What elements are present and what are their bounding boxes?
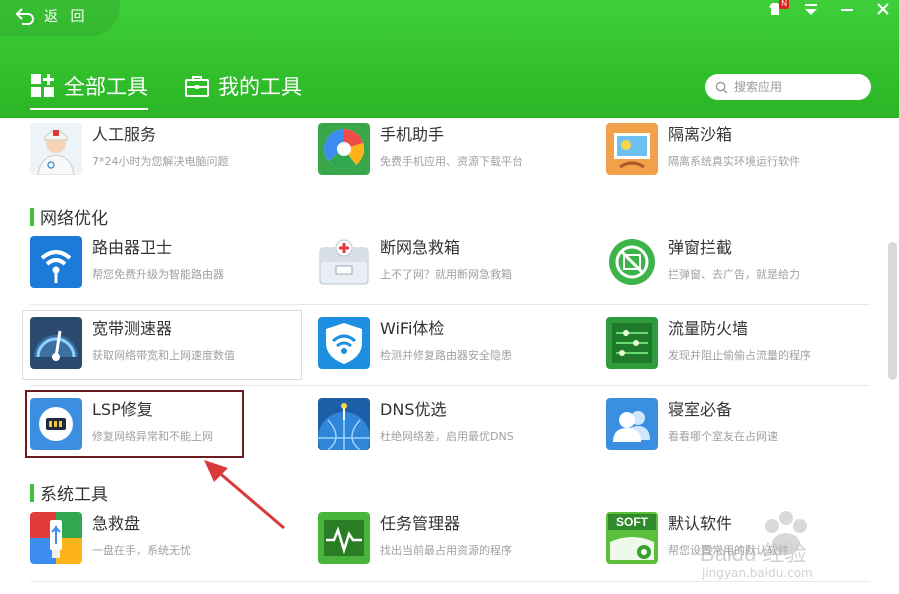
traffic-firewall-icon xyxy=(606,317,658,369)
tab-my-tools-label: 我的工具 xyxy=(218,75,302,99)
tool-name: 人工服务 xyxy=(92,125,157,144)
tool-dns-optimize[interactable]: DNS优选 杜绝网络差，启用最优DNS xyxy=(318,398,588,464)
section-marker xyxy=(30,207,34,226)
tool-desc: 拦弹窗、去广告，就是给力 xyxy=(668,268,800,281)
tool-desc: 免费手机应用、资源下载平台 xyxy=(380,155,523,168)
skin-button[interactable]: N xyxy=(767,0,789,17)
tab-my-tools[interactable]: 我的工具 xyxy=(184,68,302,104)
new-badge: N xyxy=(779,0,789,9)
tool-network-first-aid[interactable]: 断网急救箱 上不了网？就用断网急救箱 xyxy=(318,236,588,302)
popup-block-icon xyxy=(606,236,658,288)
tool-task-manager[interactable]: 任务管理器 找出当前最占用资源的程序 xyxy=(318,512,588,578)
tool-desc: 帮您免费升级为智能路由器 xyxy=(92,268,224,281)
doctor-icon xyxy=(30,123,82,175)
roommates-icon xyxy=(606,398,658,450)
menu-down-icon xyxy=(805,4,817,15)
tool-desc: 发现并阻止偷偷占流量的程序 xyxy=(668,349,811,362)
phone-assistant-icon xyxy=(318,123,370,175)
first-aid-kit-icon xyxy=(318,236,370,288)
speedometer-icon xyxy=(30,317,82,369)
tool-name: 宽带测速器 xyxy=(92,319,173,338)
tool-router-guard[interactable]: 路由器卫士 帮您免费升级为智能路由器 xyxy=(30,236,300,302)
minimize-button[interactable] xyxy=(839,1,855,17)
search-input[interactable] xyxy=(734,80,854,94)
toolbox-icon xyxy=(185,76,209,97)
menu-button[interactable] xyxy=(803,1,819,17)
tool-desc: 隔离系统真实环境运行软件 xyxy=(668,155,800,168)
tool-name: 隔离沙箱 xyxy=(668,125,733,144)
back-arrow-icon xyxy=(15,8,34,25)
soft-default-icon: SOFT xyxy=(606,512,658,564)
tool-name: WiFi体检 xyxy=(380,319,445,338)
tool-name: 路由器卫士 xyxy=(92,238,173,257)
watermark-text: Baidu 经验 xyxy=(700,541,807,566)
section-system: 系统工具 xyxy=(30,480,108,505)
scrollbar-thumb[interactable] xyxy=(888,242,897,380)
close-icon xyxy=(877,3,889,15)
search-icon xyxy=(715,81,728,94)
tool-rescue-disk[interactable]: 急救盘 一盘在手，系统无忧 xyxy=(30,512,300,578)
tool-desc: 看看哪个室友在占网速 xyxy=(668,430,778,443)
tool-name: 急救盘 xyxy=(92,514,141,533)
row-divider xyxy=(30,304,870,305)
section-network-title: 网络优化 xyxy=(40,209,108,229)
baidu-watermark: Baidu 经验 jingyan.baidu.com xyxy=(690,496,890,594)
search-box[interactable] xyxy=(705,74,871,100)
annotation-highlight-box xyxy=(25,390,244,458)
tool-desc: 杜绝网络差，启用最优DNS xyxy=(380,430,514,443)
tool-desc: 检测并修复路由器安全隐患 xyxy=(380,349,512,362)
grid-plus-icon xyxy=(31,74,54,97)
router-icon xyxy=(30,236,82,288)
section-network: 网络优化 xyxy=(30,204,108,229)
section-marker xyxy=(30,483,34,502)
tool-list: 人工服务 7*24小时为您解决电脑问题 手机助手 免费手机应用、资源下载平台 隔… xyxy=(0,118,899,594)
tab-all-tools[interactable]: 全部工具 xyxy=(30,68,148,110)
tool-name: DNS优选 xyxy=(380,400,447,419)
dns-globe-icon xyxy=(318,398,370,450)
tool-name: 寝室必备 xyxy=(668,400,733,419)
minimize-icon xyxy=(841,9,853,11)
title-bar: 返 回 N 全部工具 我的工具 搜索应用 xyxy=(0,0,899,118)
tool-name: 手机助手 xyxy=(380,125,445,144)
tool-wifi-check[interactable]: WiFi体检 检测并修复路由器安全隐患 xyxy=(318,317,588,383)
back-button[interactable]: 返 回 xyxy=(14,4,88,28)
tab-bar: 全部工具 我的工具 xyxy=(30,68,302,110)
rescue-usb-icon xyxy=(30,512,82,564)
section-system-title: 系统工具 xyxy=(40,485,108,505)
tool-desc: 上不了网？就用断网急救箱 xyxy=(380,268,512,281)
tool-sandbox[interactable]: 隔离沙箱 隔离系统真实环境运行软件 xyxy=(606,123,876,189)
window-controls: N xyxy=(767,0,891,18)
watermark-url: jingyan.baidu.com xyxy=(702,566,813,580)
tool-desc: 一盘在手，系统无忧 xyxy=(92,544,191,557)
tool-manual-service[interactable]: 人工服务 7*24小时为您解决电脑问题 xyxy=(30,123,300,189)
tool-name: 流量防火墙 xyxy=(668,319,749,338)
tool-name: 断网急救箱 xyxy=(380,238,461,257)
sandbox-icon xyxy=(606,123,658,175)
wifi-shield-icon xyxy=(318,317,370,369)
tab-all-tools-label: 全部工具 xyxy=(64,75,148,99)
tool-name: 任务管理器 xyxy=(380,514,461,533)
tool-name: 弹窗拦截 xyxy=(668,238,733,257)
back-label: 返 回 xyxy=(44,9,89,25)
tool-traffic-firewall[interactable]: 流量防火墙 发现并阻止偷偷占流量的程序 xyxy=(606,317,876,383)
tool-desc: 找出当前最占用资源的程序 xyxy=(380,544,512,557)
task-manager-icon xyxy=(318,512,370,564)
tool-dorm-essential[interactable]: 寝室必备 看看哪个室友在占网速 xyxy=(606,398,876,464)
tool-popup-block[interactable]: 弹窗拦截 拦弹窗、去广告，就是给力 xyxy=(606,236,876,302)
close-button[interactable] xyxy=(875,1,891,17)
tool-bandwidth-test[interactable]: 宽带测速器 获取网络带宽和上网速度数值 xyxy=(30,317,300,383)
scrollbar[interactable] xyxy=(887,118,897,594)
tool-phone-assistant[interactable]: 手机助手 免费手机应用、资源下载平台 xyxy=(318,123,588,189)
row-divider xyxy=(30,385,870,386)
tool-desc: 获取网络带宽和上网速度数值 xyxy=(92,349,235,362)
tool-desc: 7*24小时为您解决电脑问题 xyxy=(92,155,229,168)
